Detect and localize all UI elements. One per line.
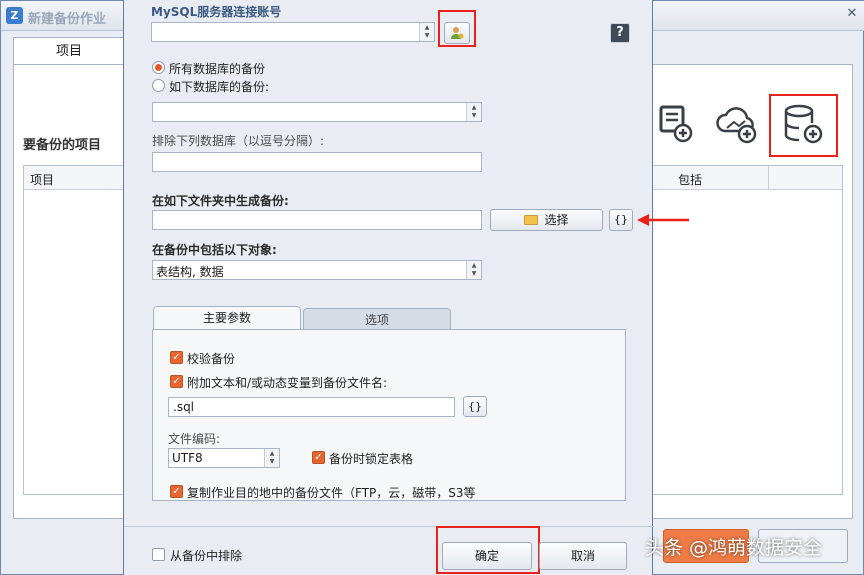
add-file-icon[interactable] [657, 101, 703, 147]
folder-icon [524, 215, 539, 225]
radio-all-databases[interactable] [152, 61, 165, 74]
objects-combo[interactable]: 表结构, 数据 ▲ ▼ [152, 260, 482, 280]
folder-macro-button[interactable]: {} [609, 209, 633, 231]
grid-header-item[interactable]: 项目 [30, 171, 54, 188]
suffix-macro-button[interactable]: {} [463, 396, 487, 417]
chevron-down-icon[interactable]: ▲ ▼ [466, 261, 481, 279]
tab-items[interactable]: 项目 [13, 37, 125, 65]
footer-divider [124, 526, 654, 527]
close-icon[interactable]: ✕ [843, 5, 861, 23]
append-text-checkbox[interactable]: ✓ [170, 375, 183, 388]
folder-label: 在如下文件夹中生成备份: [152, 194, 289, 208]
lock-tables-label: 备份时锁定表格 [329, 452, 414, 466]
verify-backup-label: 校验备份 [187, 352, 236, 366]
exclude-from-backup-checkbox[interactable] [152, 548, 165, 561]
mysql-backup-dialog: MySQL服务器连接账号 ▲ ▼ ? 所有数据库的备份 如下数据库的备份: ▲ ▼ … [123, 0, 654, 575]
exclude-label: 排除下列数据库（以逗号分隔）: [152, 134, 325, 148]
chevron-down-icon[interactable]: ▲ ▼ [466, 103, 481, 121]
chevron-down-icon[interactable]: ▲ ▼ [419, 23, 434, 41]
red-arrow-icon [637, 214, 689, 226]
append-text-label: 附加文本和/或动态变量到备份文件名: [187, 376, 388, 390]
suffix-input[interactable]: .sql [168, 397, 455, 417]
highlight-database-icon [769, 94, 838, 157]
tab-main-params[interactable]: 主要参数 [153, 306, 301, 330]
databases-combo[interactable]: ▲ ▼ [152, 102, 482, 122]
encoding-combo[interactable]: UTF8 ▲ ▼ [168, 448, 280, 468]
radio-selected-databases-label: 如下数据库的备份: [169, 80, 270, 94]
cancel-button[interactable]: 取消 [539, 542, 627, 570]
copy-dest-checkbox[interactable]: ✓ [170, 485, 183, 498]
browse-button[interactable]: 选择 [490, 209, 603, 231]
tab-options[interactable]: 选项 [303, 308, 451, 330]
grid-header-divider [768, 166, 769, 190]
objects-label: 在备份中包括以下对象: [152, 243, 277, 257]
lock-tables-checkbox[interactable]: ✓ [312, 451, 325, 464]
section-title: 要备份的项目 [23, 138, 102, 153]
browse-label: 选择 [544, 213, 569, 227]
exclude-from-backup-label: 从备份中排除 [170, 549, 243, 563]
copy-dest-label: 复制作业目的地中的备份文件（FTP，云，磁带，S3等 [187, 486, 476, 500]
account-combo[interactable]: ▲ ▼ [151, 22, 435, 42]
objects-value: 表结构, 数据 [156, 265, 224, 279]
app-icon: Z [6, 7, 23, 24]
verify-backup-checkbox[interactable]: ✓ [170, 351, 183, 364]
background-window-title: 新建备份作业 [28, 12, 107, 27]
grid-header-include[interactable]: 包括 [678, 171, 702, 188]
chevron-down-icon[interactable]: ▲ ▼ [264, 449, 279, 467]
watermark: 头条 @鸿萌数据安全 [645, 537, 823, 559]
radio-all-databases-label: 所有数据库的备份 [169, 62, 266, 76]
add-cloud-icon[interactable] [715, 101, 761, 147]
radio-selected-databases[interactable] [152, 79, 165, 92]
encoding-value: UTF8 [172, 451, 203, 465]
exclude-input[interactable] [152, 152, 482, 172]
encoding-label: 文件编码: [168, 432, 221, 446]
highlight-account-button [438, 10, 476, 47]
folder-input[interactable] [152, 210, 482, 230]
help-button[interactable]: ? [610, 23, 630, 43]
highlight-ok-button [436, 526, 540, 574]
account-label: MySQL服务器连接账号 [151, 5, 282, 19]
